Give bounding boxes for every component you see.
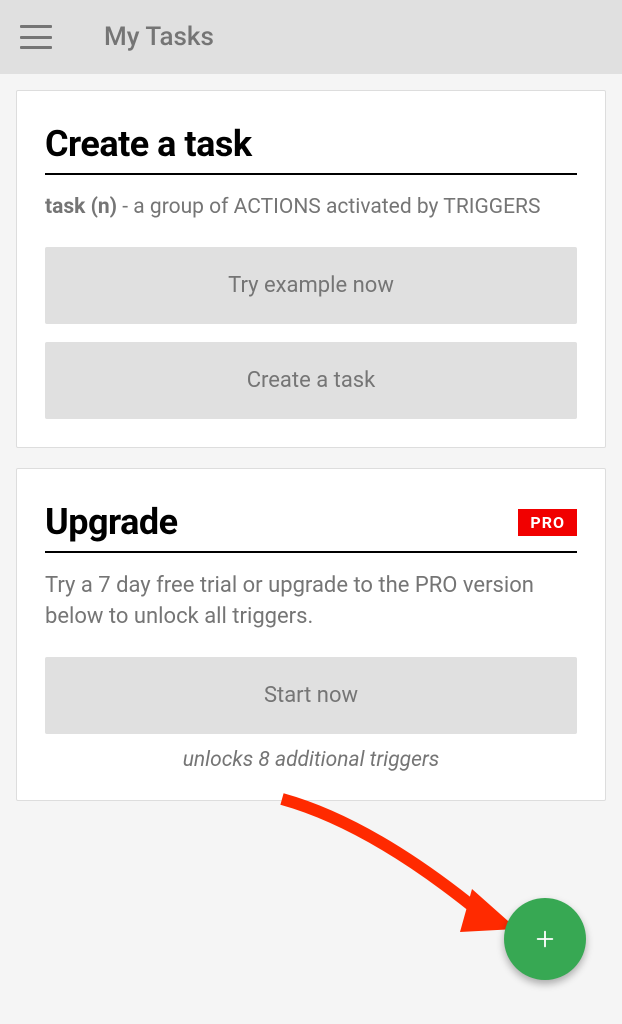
card-title: Create a task: [45, 123, 252, 165]
def-term: task (n): [45, 195, 117, 219]
card-title: Upgrade: [45, 501, 178, 543]
pro-badge: PRO: [518, 509, 577, 536]
add-fab-button[interactable]: [504, 898, 586, 980]
task-definition: task (n) - a group of ACTIONS activated …: [45, 193, 577, 221]
upgrade-subtext: unlocks 8 additional triggers: [45, 748, 577, 772]
def-sep: -: [117, 195, 128, 219]
upgrade-card: Upgrade PRO Try a 7 day free trial or up…: [16, 468, 606, 801]
def-body: a group of ACTIONS activated by TRIGGERS: [133, 195, 540, 219]
try-example-button[interactable]: Try example now: [45, 247, 577, 324]
app-bar: My Tasks: [0, 0, 622, 74]
upgrade-description: Try a 7 day free trial or upgrade to the…: [45, 571, 577, 633]
create-task-button[interactable]: Create a task: [45, 342, 577, 419]
start-now-button[interactable]: Start now: [45, 657, 577, 734]
card-header: Upgrade PRO: [45, 501, 577, 553]
menu-icon[interactable]: [20, 25, 52, 49]
create-task-card: Create a task task (n) - a group of ACTI…: [16, 90, 606, 448]
card-header: Create a task: [45, 123, 577, 175]
page-title: My Tasks: [104, 22, 214, 52]
main-content: Create a task task (n) - a group of ACTI…: [0, 74, 622, 837]
plus-icon: [534, 928, 556, 950]
